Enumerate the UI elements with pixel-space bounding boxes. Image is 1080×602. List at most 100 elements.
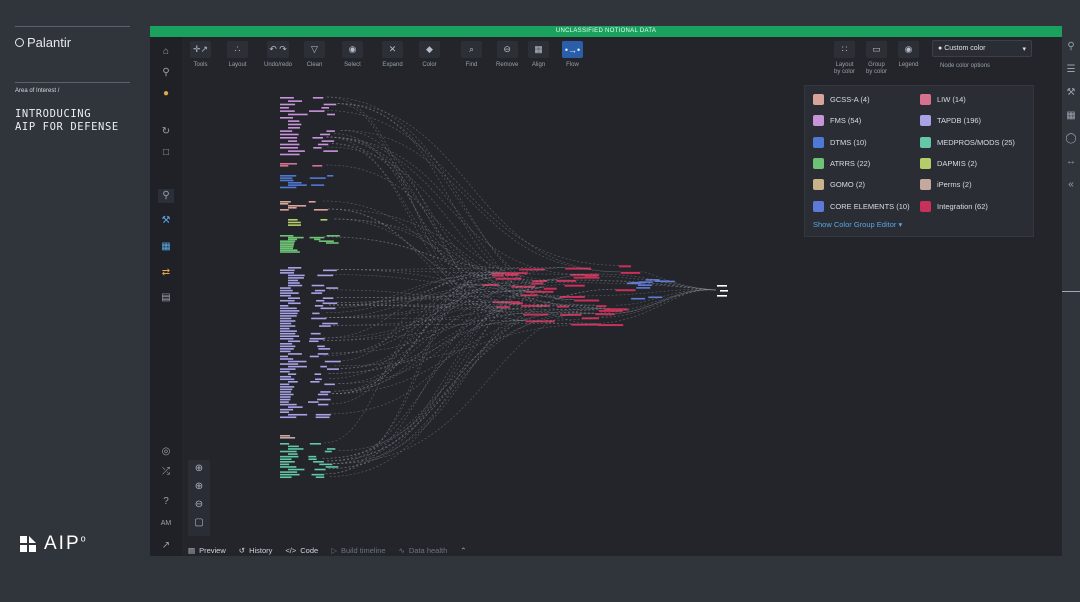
graph-node[interactable]	[280, 388, 293, 391]
graph-node[interactable]	[324, 360, 341, 363]
graph-node[interactable]	[288, 279, 299, 282]
graph-node[interactable]	[317, 274, 334, 277]
graph-node[interactable]	[326, 130, 335, 132]
graph-node[interactable]	[288, 123, 302, 126]
graph-node[interactable]	[280, 461, 295, 463]
graph-node[interactable]	[280, 386, 295, 388]
graph-node[interactable]	[280, 244, 294, 246]
integration-node[interactable]	[543, 287, 557, 290]
graph-node[interactable]	[280, 368, 296, 370]
graph-node[interactable]	[317, 353, 329, 355]
graph-node[interactable]	[280, 343, 293, 345]
tool-icon[interactable]: ∴	[227, 41, 248, 58]
graph-node[interactable]	[325, 466, 339, 468]
tool-icon[interactable]: ▽	[304, 41, 325, 58]
graph-node[interactable]	[288, 127, 300, 129]
integration-node[interactable]	[564, 284, 585, 287]
graph-node[interactable]	[280, 370, 290, 373]
graph-node[interactable]	[280, 466, 297, 468]
graph-node[interactable]	[288, 182, 302, 184]
graph-node[interactable]	[280, 103, 296, 106]
graph-node[interactable]	[320, 391, 331, 393]
graph-node[interactable]	[320, 365, 327, 368]
graph-node[interactable]	[314, 238, 321, 241]
show-color-group-editor-link[interactable]: Show Color Group Editor ▾	[813, 220, 902, 229]
history-icon[interactable]: ↻	[158, 125, 174, 139]
graph-node[interactable]	[280, 458, 292, 461]
graph-node[interactable]	[280, 177, 293, 179]
tool-icon[interactable]: ▦	[528, 41, 549, 58]
graph-node[interactable]	[325, 242, 339, 244]
zoom-out-icon[interactable]: ⊖	[188, 496, 210, 514]
graph-node[interactable]	[288, 205, 307, 207]
graph-node[interactable]	[280, 312, 298, 315]
graph-node[interactable]	[280, 153, 300, 156]
graph-node[interactable]	[309, 355, 319, 358]
legend-item[interactable]: GCSS-A (4)	[813, 94, 870, 105]
graph-node[interactable]	[312, 137, 323, 139]
graph-node[interactable]	[288, 468, 305, 471]
graph-node[interactable]	[280, 358, 294, 360]
graph-node[interactable]	[288, 381, 298, 383]
graph-node[interactable]	[280, 165, 289, 167]
legend-item[interactable]: ATRRS (22)	[813, 157, 870, 169]
graph-node[interactable]	[288, 353, 302, 355]
graph-node[interactable]	[312, 97, 324, 99]
graph-node[interactable]	[280, 242, 295, 244]
home-icon[interactable]: ⌂	[158, 45, 174, 59]
graph-node[interactable]	[313, 209, 328, 211]
graph-node[interactable]	[280, 443, 290, 445]
zoom-in-icon[interactable]: ⊕	[188, 478, 210, 496]
help-icon[interactable]: ?	[158, 495, 174, 509]
graph-node[interactable]	[320, 133, 331, 136]
tool-icon[interactable]: ⌕	[461, 41, 482, 58]
tool-group-by-color[interactable]: ▭ Group by color	[866, 41, 887, 76]
tool-expand[interactable]: ✕ Expand	[382, 41, 403, 69]
graph-node[interactable]	[311, 473, 325, 476]
integration-node[interactable]	[596, 305, 607, 308]
integration-node[interactable]	[598, 324, 624, 327]
graph-node[interactable]	[280, 203, 289, 205]
tool-legend[interactable]: ◉ Legend	[898, 41, 919, 69]
tool-layout[interactable]: ∴ Layout	[227, 41, 248, 69]
legend-item[interactable]: DTMS (10)	[813, 136, 867, 148]
legend-item[interactable]: Integration (62)	[920, 200, 988, 212]
graph-node[interactable]	[636, 287, 651, 289]
legend-item[interactable]: LIW (14)	[920, 94, 966, 105]
legend-item[interactable]: CORE ELEMENTS (10)	[813, 200, 910, 212]
bottom-tab-history[interactable]: ↺ History	[239, 546, 273, 555]
tool-remove[interactable]: ⊖ Remove	[496, 41, 518, 69]
graph-node[interactable]	[326, 235, 340, 237]
search-icon[interactable]: ⚲	[158, 66, 174, 80]
graph-node[interactable]	[280, 247, 293, 250]
graph-node[interactable]	[312, 165, 323, 167]
graph-node[interactable]	[280, 245, 294, 248]
graph-node[interactable]	[322, 322, 338, 325]
graph-node[interactable]	[280, 251, 300, 253]
graph-node[interactable]	[309, 337, 325, 340]
graph-node[interactable]	[280, 435, 291, 437]
graph-node[interactable]	[280, 299, 295, 302]
integration-node[interactable]	[556, 305, 569, 308]
graph-node[interactable]	[288, 448, 304, 450]
graph-node[interactable]	[280, 110, 295, 112]
graph-node[interactable]	[311, 184, 325, 186]
graph-node[interactable]	[280, 375, 292, 378]
integration-node[interactable]	[523, 313, 549, 316]
graph-node[interactable]	[280, 201, 291, 203]
graph-node[interactable]	[280, 332, 296, 335]
graph-node[interactable]	[317, 403, 329, 406]
graph-node[interactable]	[280, 416, 297, 419]
graph-node[interactable]	[280, 330, 297, 332]
graph-node[interactable]	[308, 201, 316, 203]
legend-item[interactable]: FMS (54)	[813, 115, 861, 127]
graph-node[interactable]	[280, 337, 294, 340]
collapse-panel-icon[interactable]: ⌃	[460, 546, 466, 555]
graph-node[interactable]	[280, 292, 299, 294]
graph-node[interactable]	[280, 327, 290, 330]
legend-item[interactable]: iPerms (2)	[920, 179, 972, 191]
graph-node[interactable]	[308, 458, 317, 461]
graph-node[interactable]	[288, 373, 297, 375]
graph-node[interactable]	[288, 297, 300, 299]
hammer-icon[interactable]: ⚒	[1062, 87, 1080, 103]
